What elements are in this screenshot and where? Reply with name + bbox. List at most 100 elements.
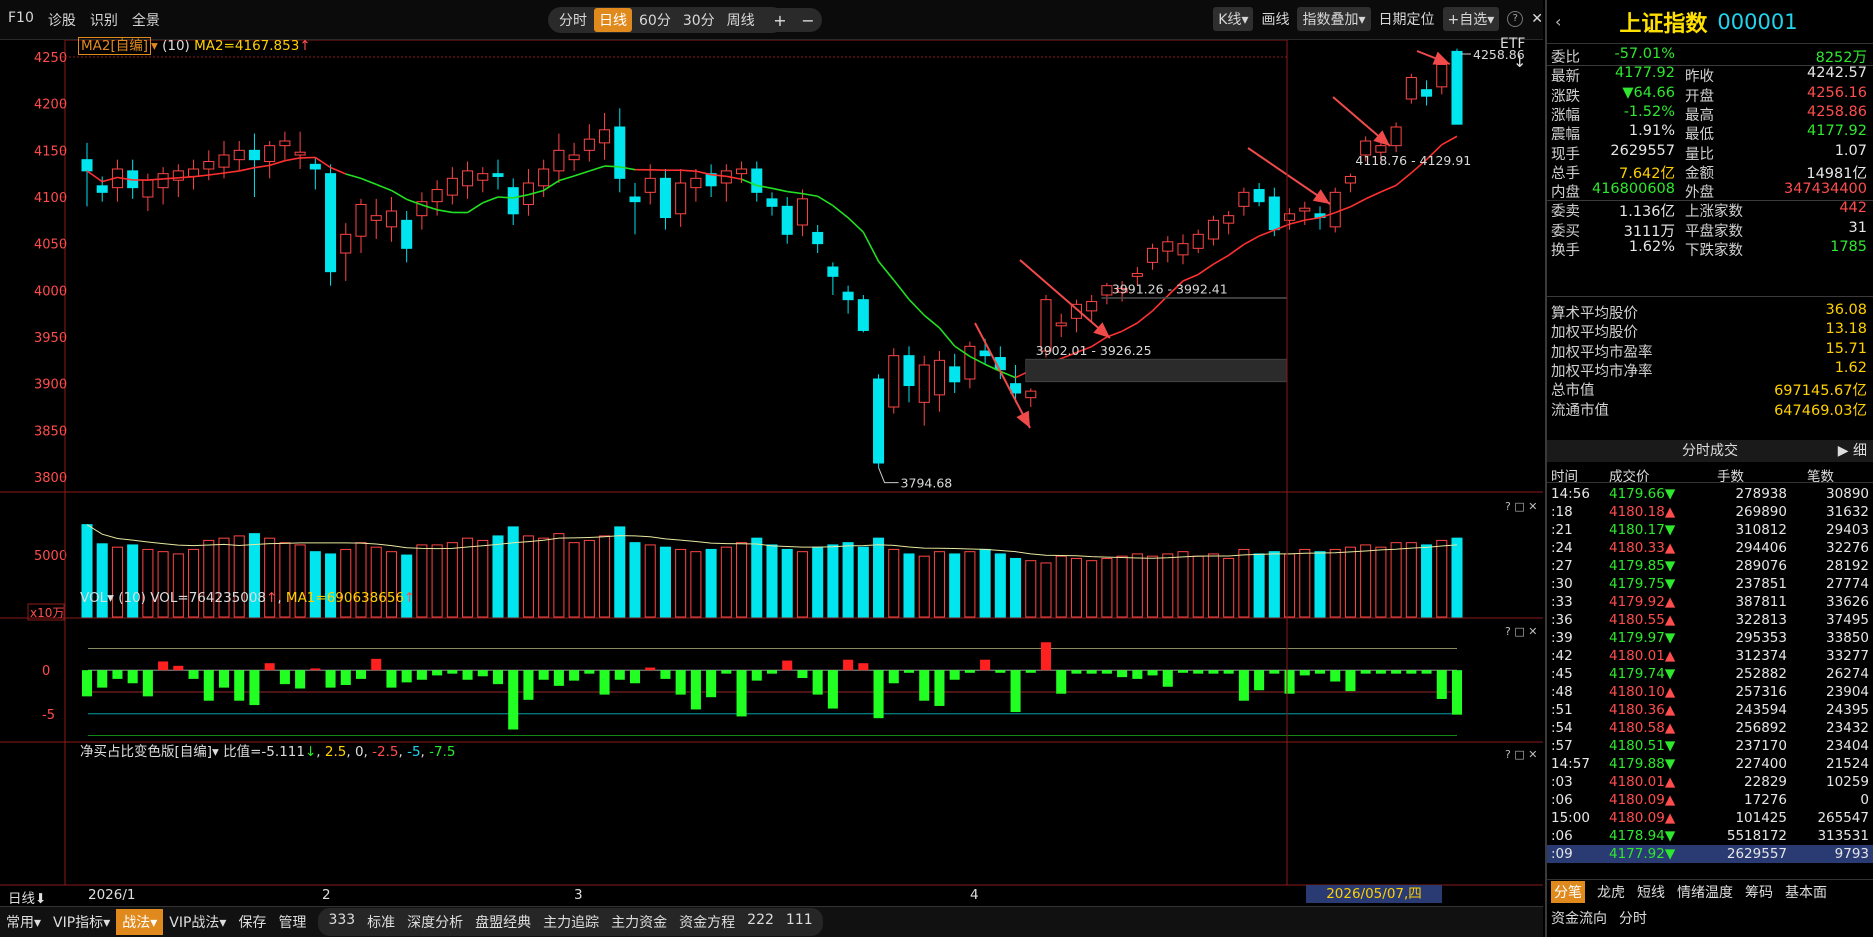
trade-row[interactable]: :48 4180.10▲ 257316 23904 (1547, 683, 1873, 701)
candle-body (446, 177, 458, 196)
vol-label[interactable]: VOL (80, 590, 107, 606)
collapse-icon[interactable]: ✕ (1531, 11, 1543, 27)
candle-body (736, 168, 748, 175)
tab-deep-analysis[interactable]: 深度分析 (401, 909, 469, 935)
ma-line-segment (467, 202, 484, 214)
trade-row[interactable]: :30 4179.75▼ 237851 27774 (1547, 575, 1873, 593)
panel-tab[interactable]: 分笔 (1551, 880, 1585, 903)
panorama-button[interactable]: 全景 (132, 10, 160, 30)
ma-line-segment (1365, 191, 1382, 200)
tab-standard[interactable]: 标准 (361, 909, 401, 935)
ma-indicator-label[interactable]: MA2[自编] (78, 37, 152, 55)
ratio-bar (980, 659, 991, 671)
candle-body (1223, 215, 1235, 224)
trade-price: 4179.85▼ (1609, 558, 1676, 574)
date-locate-button[interactable]: 日期定位 (1379, 9, 1435, 29)
quote-label: 换手 (1551, 243, 1580, 259)
candle-body (1162, 241, 1174, 252)
x-axis-period-label[interactable]: 日线⬇ (8, 887, 46, 907)
vip-strategy-menu[interactable]: VIP战法▾ (163, 909, 232, 935)
manage-button[interactable]: 管理 (272, 909, 312, 935)
quote-value: 416800608 (1591, 181, 1675, 198)
trade-row[interactable]: 14:57 4179.88▼ 227400 21524 (1547, 755, 1873, 773)
volume-bar (1405, 542, 1417, 618)
candle-body (309, 163, 321, 170)
f10-button[interactable]: F10 (8, 10, 34, 30)
ma-line-segment (391, 189, 408, 201)
diagnose-button[interactable]: 诊股 (48, 10, 76, 30)
trade-row[interactable]: :45 4179.74▼ 252882 26274 (1547, 665, 1873, 683)
candle-body (1405, 77, 1417, 100)
tab-222[interactable]: 222 (741, 909, 780, 935)
trade-row[interactable]: :51 4180.36▲ 243594 24395 (1547, 701, 1873, 719)
candle-body (157, 173, 169, 189)
trade-row[interactable]: :06 4178.94▼ 5518172 313531 (1547, 827, 1873, 845)
draw-line-button[interactable]: 画线 (1261, 9, 1289, 29)
quote-value: 442 (1839, 200, 1867, 217)
tab-fund-equation[interactable]: 资金方程 (673, 909, 741, 935)
panel-tab[interactable]: 短线 (1637, 882, 1665, 902)
tab-111[interactable]: 111 (780, 909, 819, 935)
period-weekly[interactable]: 周线 (722, 8, 760, 32)
trade-row[interactable]: 14:56 4179.66▼ 278938 30890 (1547, 485, 1873, 503)
trade-count: 33850 (1826, 630, 1869, 646)
zoom-in-button[interactable]: + (773, 11, 786, 30)
trade-row[interactable]: :27 4179.85▼ 289076 28192 (1547, 557, 1873, 575)
trade-count: 30890 (1826, 486, 1869, 502)
trade-row[interactable]: :33 4179.92▲ 387811 33626 (1547, 593, 1873, 611)
tab-classic[interactable]: 盘盟经典 (469, 909, 537, 935)
trade-row[interactable]: :42 4180.01▲ 312374 33277 (1547, 647, 1873, 665)
ratio-label[interactable]: 净买占比变色版[自编] (80, 744, 212, 760)
panel-tab[interactable]: 情绪温度 (1677, 882, 1733, 902)
save-button[interactable]: 保存 (232, 909, 272, 935)
tab-333[interactable]: 333 (322, 909, 361, 935)
strategy-menu[interactable]: 战法▾ (116, 909, 164, 935)
kline-dropdown[interactable]: K线▾ (1213, 7, 1254, 31)
panel-tabs-2: 资金流向 分时 (1547, 906, 1873, 930)
trade-row[interactable]: :21 4180.17▼ 310812 29403 (1547, 521, 1873, 539)
trade-row[interactable]: :57 4180.51▼ 237170 23404 (1547, 737, 1873, 755)
period-60min[interactable]: 60分 (634, 8, 676, 32)
help-icon[interactable]: ? (1507, 11, 1524, 27)
etf-label[interactable]: ETF (1500, 36, 1525, 52)
ratio-bar (249, 670, 260, 706)
collapse-arrow-icon[interactable]: ↓ (1513, 52, 1526, 71)
trade-row[interactable]: :36 4180.55▲ 322813 37495 (1547, 611, 1873, 629)
add-watchlist-button[interactable]: +自选▾ (1442, 7, 1500, 31)
index-overlay-dropdown[interactable]: 指数叠加▾ (1297, 7, 1371, 31)
trade-row[interactable]: :54 4180.58▲ 256892 23432 (1547, 719, 1873, 737)
trade-count: 37495 (1826, 612, 1869, 628)
trade-row[interactable]: :03 4180.01▲ 22829 10259 (1547, 773, 1873, 791)
candle-body (659, 177, 671, 219)
zoom-controls: + − (766, 8, 822, 32)
volume-bar (431, 544, 443, 618)
panel-tab[interactable]: 分时 (1619, 908, 1647, 928)
trade-row[interactable]: 15:00 4180.09▲ 101425 265547 (1547, 809, 1873, 827)
ma-line-segment (330, 166, 347, 175)
panel-controls-icon: ? □ ✕ (1505, 748, 1537, 761)
trade-row[interactable]: :39 4179.97▼ 295353 33850 (1547, 629, 1873, 647)
period-30min[interactable]: 30分 (678, 8, 720, 32)
trade-row[interactable]: :18 4180.18▲ 269890 31632 (1547, 503, 1873, 521)
chart-area[interactable]: 3902.01 - 3926.25 3991.26 - 3992.41 4118.7… (0, 40, 1543, 906)
zoom-out-button[interactable]: − (801, 11, 814, 30)
chevron-left-icon[interactable]: ‹ (1555, 12, 1561, 31)
panel-tab[interactable]: 筹码 (1745, 882, 1773, 902)
trade-volume: 101425 (1735, 810, 1787, 826)
tab-main-funds[interactable]: 主力资金 (605, 909, 673, 935)
period-intraday[interactable]: 分时 (554, 8, 592, 32)
vip-indicator-menu[interactable]: VIP指标▾ (47, 909, 116, 935)
trade-time: :39 (1551, 630, 1573, 646)
trade-row[interactable]: :06 4180.09▲ 17276 0 (1547, 791, 1873, 809)
period-daily[interactable]: 日线 (594, 8, 632, 32)
trade-row[interactable]: :24 4180.33▲ 294406 32276 (1547, 539, 1873, 557)
common-menu[interactable]: 常用▾ (0, 909, 47, 935)
panel-tab[interactable]: 基本面 (1785, 882, 1827, 902)
trade-row[interactable]: :09 4177.92▼ 2629557 9793 (1547, 845, 1873, 863)
trades-detail-toggle[interactable]: ▶ 细 (1838, 440, 1867, 462)
trade-time: :42 (1551, 648, 1573, 664)
panel-tab[interactable]: 资金流向 (1551, 908, 1607, 928)
tab-main-tracking[interactable]: 主力追踪 (537, 909, 605, 935)
panel-tab[interactable]: 龙虎 (1597, 882, 1625, 902)
identify-button[interactable]: 识别 (90, 10, 118, 30)
